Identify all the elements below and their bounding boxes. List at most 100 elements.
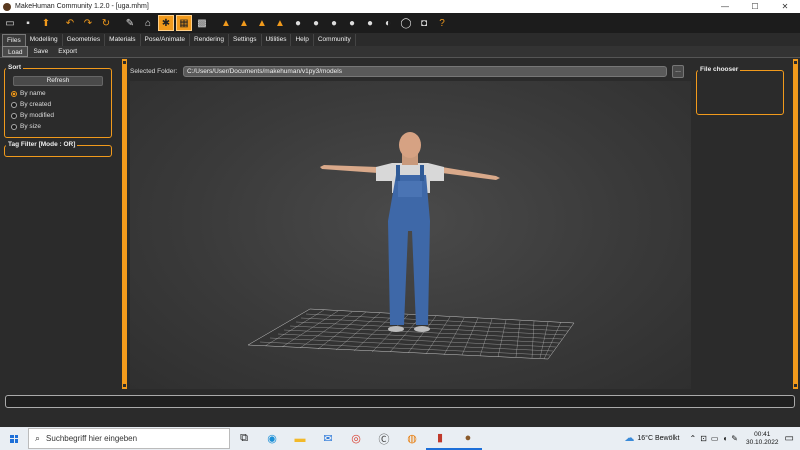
left-splitter[interactable] — [122, 59, 127, 389]
mail-icon[interactable]: ✉ — [314, 427, 342, 450]
window-titlebar: MakeHuman Community 1.2.0 - [uga.mhm] — … — [0, 0, 800, 13]
back-view-icon[interactable]: ▲ — [236, 15, 252, 31]
makehuman-icon[interactable]: ▮ — [426, 427, 454, 450]
sort-group: Sort Refresh By name By created By modif… — [4, 64, 112, 138]
sphere-icon[interactable]: ● — [362, 15, 378, 31]
clock-date: 30.10.2022 — [746, 438, 779, 446]
task-view-icon[interactable]: ⧉ — [230, 427, 258, 450]
edge-icon[interactable]: ◉ — [258, 427, 286, 450]
sort-option-label: By name — [20, 90, 46, 97]
human-model[interactable] — [320, 132, 500, 332]
tab-modelling[interactable]: Modelling — [26, 34, 63, 46]
radio-icon[interactable] — [11, 90, 17, 97]
left-panel: Sort Refresh By name By created By modif… — [0, 59, 119, 390]
subtab-save[interactable]: Save — [28, 46, 53, 57]
radio-icon[interactable] — [11, 123, 17, 130]
taskbar-search-input[interactable]: ⌕ Suchbegriff hier eingeben — [28, 428, 230, 449]
top-view-icon[interactable]: ● — [290, 15, 306, 31]
tag-filter-group: Tag Filter [Mode : OR] — [4, 141, 112, 157]
cloud-icon: ☁ — [624, 433, 635, 444]
bottom-area — [0, 410, 800, 427]
sort-by-name-option[interactable]: By name — [11, 90, 46, 97]
folder-row: Selected Folder: C:/Users/User/Documents… — [130, 65, 686, 78]
ground-grid — [247, 308, 575, 360]
symmetry-icon[interactable]: ◐ — [380, 15, 396, 31]
clock-time: 00:41 — [754, 430, 771, 438]
sort-by-size-option[interactable]: By size — [11, 123, 41, 130]
wireframe-icon[interactable]: ⌂ — [140, 15, 156, 31]
start-button[interactable] — [0, 427, 28, 450]
file-explorer-icon[interactable]: ▬ — [286, 427, 314, 450]
makehuman-community-icon[interactable]: ● — [454, 427, 482, 450]
system-tray: ☁ 16°C Bewölkt ⌃ ⊡ ▭ ◖ ✎ 00:41 30.10.202… — [624, 427, 800, 450]
smooth-icon[interactable]: ✎ — [122, 15, 138, 31]
tab-help[interactable]: Help — [291, 34, 314, 46]
camera-icon[interactable]: ◘ — [416, 15, 432, 31]
redo-icon[interactable]: ↷ — [80, 15, 96, 31]
browse-folder-button[interactable]: ... — [672, 65, 684, 78]
sort-by-modified-option[interactable]: By modified — [11, 112, 54, 119]
close-button[interactable]: ✕ — [770, 0, 800, 13]
window-title: MakeHuman Community 1.2.0 - [uga.mhm] — [15, 3, 149, 10]
chrome-icon[interactable]: ◎ — [342, 427, 370, 450]
front-view-icon[interactable]: ▲ — [218, 15, 234, 31]
checker-icon[interactable]: ▩ — [194, 15, 210, 31]
chevron-up-icon[interactable]: ⌃ — [689, 434, 696, 443]
radio-icon[interactable] — [11, 112, 17, 119]
maximize-button[interactable]: ☐ — [740, 0, 770, 13]
folder-path-input[interactable]: C:/Users/User/Documents/makehuman/v1py3/… — [183, 66, 667, 77]
3d-viewport[interactable] — [130, 81, 691, 389]
subtab-export[interactable]: Export — [53, 46, 82, 57]
windows-logo-icon — [10, 434, 18, 443]
left-view-icon[interactable]: ▲ — [254, 15, 270, 31]
network-icon[interactable]: ⊡ — [700, 434, 707, 443]
tab-settings[interactable]: Settings — [229, 34, 262, 46]
windows-taskbar: ⌕ Suchbegriff hier eingeben ⧉ ◉ ▬ ✉ ◎ Ⓒ … — [0, 427, 800, 450]
right-view-icon[interactable]: ▲ — [272, 15, 288, 31]
sort-option-label: By created — [20, 101, 52, 108]
tab-geometries[interactable]: Geometries — [63, 34, 106, 46]
tab-materials[interactable]: Materials — [105, 34, 141, 46]
refresh-button[interactable]: Refresh — [13, 76, 103, 86]
help-icon[interactable]: ? — [434, 15, 450, 31]
sort-by-created-option[interactable]: By created — [11, 101, 51, 108]
symmetry-toggle-icon[interactable]: ◯ — [398, 15, 414, 31]
minimize-button[interactable]: — — [710, 0, 740, 13]
background-icon[interactable]: ✱ — [158, 15, 174, 31]
bottom-view-icon[interactable]: ● — [308, 15, 324, 31]
blender-icon[interactable]: ◍ — [398, 427, 426, 450]
app-c-icon[interactable]: Ⓒ — [370, 427, 398, 450]
tag-filter-title: Tag Filter [Mode : OR] — [6, 141, 78, 148]
volume-icon[interactable]: ◖ — [722, 434, 727, 443]
tab-files[interactable]: Files — [2, 34, 26, 46]
radio-icon[interactable] — [11, 101, 17, 108]
new-file-icon[interactable]: ▭ — [2, 15, 18, 31]
export-icon[interactable]: ⬆ — [38, 15, 54, 31]
viewport-scene — [247, 132, 575, 360]
battery-icon[interactable]: ▭ — [711, 434, 719, 443]
tab-utilities[interactable]: Utilities — [262, 34, 292, 46]
pen-icon[interactable]: ✎ — [731, 434, 738, 443]
head-view-icon[interactable]: ● — [326, 15, 342, 31]
clock[interactable]: 00:41 30.10.2022 — [746, 431, 779, 447]
body-view-icon[interactable]: ● — [344, 15, 360, 31]
search-placeholder: Suchbegriff hier eingeben — [46, 434, 138, 443]
reset-icon[interactable]: ↻ — [98, 15, 114, 31]
right-splitter[interactable] — [793, 59, 798, 389]
tab-community[interactable]: Community — [314, 34, 356, 46]
search-icon: ⌕ — [35, 433, 41, 443]
sort-option-label: By size — [20, 123, 41, 130]
weather-widget[interactable]: ☁ 16°C Bewölkt — [624, 433, 679, 444]
sort-title: Sort — [6, 64, 23, 71]
selected-folder-label: Selected Folder: — [130, 68, 178, 75]
tab-rendering[interactable]: Rendering — [190, 34, 230, 46]
tab-pose-animate[interactable]: Pose/Animate — [141, 34, 191, 46]
subtab-load[interactable]: Load — [2, 46, 29, 57]
notification-icon[interactable]: ▭ — [785, 433, 794, 444]
file-chooser-title: File chooser — [698, 66, 741, 73]
main-toolbar: ▭ ▪ ⬆ ↶ ↷ ↻ ✎ ⌂ ✱ ▦ ▩ ▲ ▲ ▲ ▲ ● ● ● ● ● … — [0, 13, 800, 33]
sub-tabs: Load Save Export — [0, 46, 800, 58]
save-icon[interactable]: ▪ — [20, 15, 36, 31]
undo-icon[interactable]: ↶ — [62, 15, 78, 31]
grid-icon[interactable]: ▦ — [176, 15, 192, 31]
